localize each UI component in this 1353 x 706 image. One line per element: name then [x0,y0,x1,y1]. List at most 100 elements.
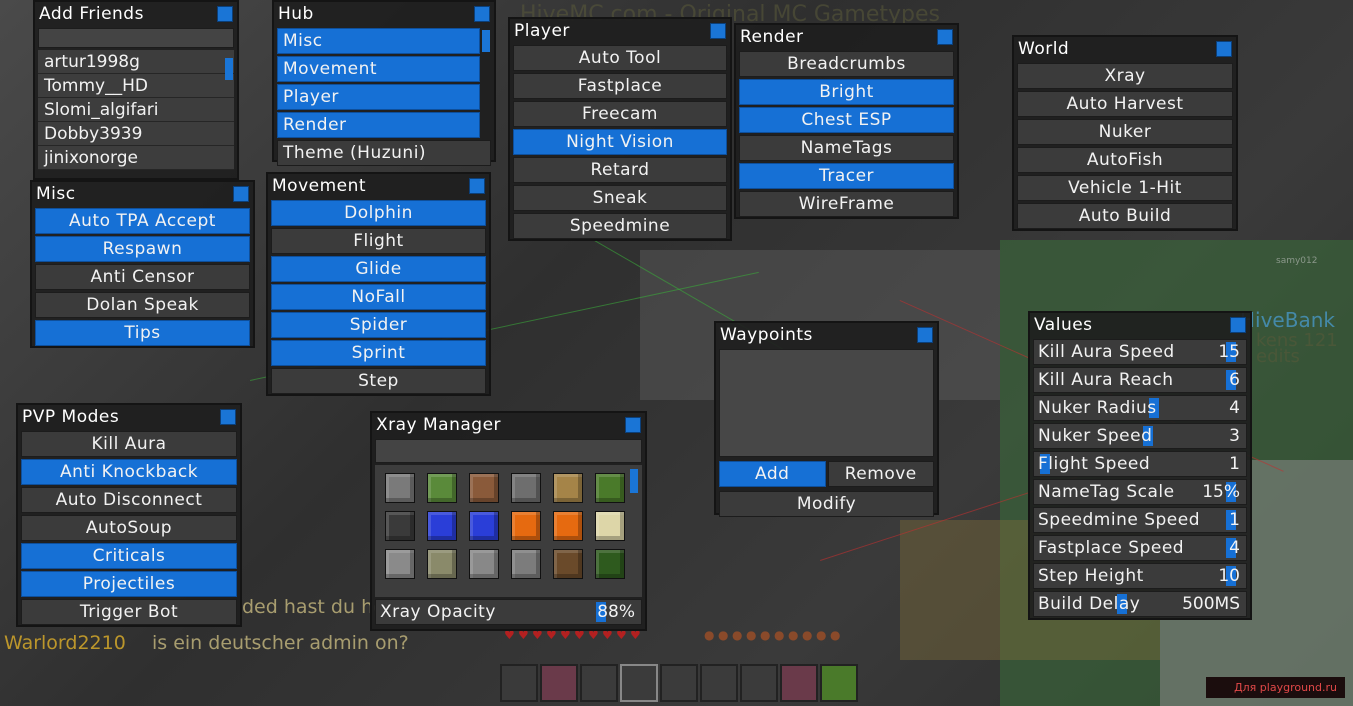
pin-toggle-icon[interactable] [710,23,726,39]
pin-toggle-icon[interactable] [474,6,490,22]
hotbar-slot[interactable] [660,664,698,702]
module-auto-build[interactable]: Auto Build [1017,203,1233,229]
pin-toggle-icon[interactable] [233,186,249,202]
friend-item[interactable]: artur1998g [38,50,234,74]
value-slider[interactable]: Nuker Speed 3 [1033,423,1247,449]
pin-toggle-icon[interactable] [937,29,953,45]
value-slider[interactable]: Step Height 10 [1033,563,1247,589]
panel-header[interactable]: Player [510,19,730,43]
value-slider[interactable]: Build Delay 500MS [1033,591,1247,617]
panel-header[interactable]: Render [736,25,957,49]
module-breadcrumbs[interactable]: Breadcrumbs [739,51,954,77]
value-slider[interactable]: Kill Aura Speed 15 [1033,339,1247,365]
module-step[interactable]: Step [271,368,486,394]
module-sprint[interactable]: Sprint [271,340,486,366]
module-auto-tpa-accept[interactable]: Auto TPA Accept [35,208,250,234]
block-icon[interactable] [553,473,583,503]
module-autofish[interactable]: AutoFish [1017,147,1233,173]
module-vehicle-1-hit[interactable]: Vehicle 1-Hit [1017,175,1233,201]
module-xray[interactable]: Xray [1017,63,1233,89]
module-trigger-bot[interactable]: Trigger Bot [21,599,237,625]
hub-item-misc[interactable]: Misc [277,28,480,54]
module-anti-knockback[interactable]: Anti Knockback [21,459,237,485]
module-nuker[interactable]: Nuker [1017,119,1233,145]
remove-waypoint-button[interactable]: Remove [827,461,934,487]
module-fastplace[interactable]: Fastplace [513,73,727,99]
pin-toggle-icon[interactable] [1216,41,1232,57]
hub-item-player[interactable]: Player [277,84,480,110]
hub-item-render[interactable]: Render [277,112,480,138]
friend-item[interactable]: Dobby3939 [38,122,234,146]
xray-scrollbar[interactable] [630,469,638,493]
pin-toggle-icon[interactable] [625,417,641,433]
module-auto-tool[interactable]: Auto Tool [513,45,727,71]
module-tips[interactable]: Tips [35,320,250,346]
hotbar-slot[interactable] [820,664,858,702]
module-chest-esp[interactable]: Chest ESP [739,107,954,133]
panel-header[interactable]: Movement [268,174,489,198]
hotbar-slot[interactable] [700,664,738,702]
panel-header[interactable]: Misc [32,182,253,206]
panel-header[interactable]: Waypoints [716,323,937,347]
hotbar-slot[interactable] [740,664,778,702]
block-icon[interactable] [511,511,541,541]
pin-toggle-icon[interactable] [917,327,933,343]
panel-header[interactable]: PVP Modes [18,405,240,429]
module-retard[interactable]: Retard [513,157,727,183]
block-id-input[interactable] [375,439,642,463]
hotbar-slot[interactable] [540,664,578,702]
value-slider[interactable]: NameTag Scale 15% [1033,479,1247,505]
module-flight[interactable]: Flight [271,228,486,254]
block-icon[interactable] [385,549,415,579]
friends-scrollbar[interactable] [225,58,233,80]
block-icon[interactable] [385,473,415,503]
hotbar-slot[interactable] [580,664,618,702]
module-wireframe[interactable]: WireFrame [739,191,954,217]
module-anti-censor[interactable]: Anti Censor [35,264,250,290]
panel-header[interactable]: Xray Manager [372,413,645,437]
block-icon[interactable] [511,473,541,503]
block-icon[interactable] [385,511,415,541]
value-slider[interactable]: Speedmine Speed 1 [1033,507,1247,533]
value-slider[interactable]: Flight Speed 1 [1033,451,1247,477]
panel-header[interactable]: Add Friends [35,2,237,26]
block-icon[interactable] [595,473,625,503]
value-slider[interactable]: Kill Aura Reach 6 [1033,367,1247,393]
block-icon[interactable] [553,511,583,541]
module-tracer[interactable]: Tracer [739,163,954,189]
module-auto-harvest[interactable]: Auto Harvest [1017,91,1233,117]
module-criticals[interactable]: Criticals [21,543,237,569]
panel-header[interactable]: Hub [274,2,494,26]
value-slider[interactable]: Nuker Radius 4 [1033,395,1247,421]
pin-toggle-icon[interactable] [469,178,485,194]
module-bright[interactable]: Bright [739,79,954,105]
pin-toggle-icon[interactable] [217,6,233,22]
block-icon[interactable] [469,549,499,579]
pin-toggle-icon[interactable] [220,409,236,425]
add-waypoint-button[interactable]: Add [719,461,826,487]
block-icon[interactable] [595,511,625,541]
hotbar-slot[interactable] [500,664,538,702]
module-autosoup[interactable]: AutoSoup [21,515,237,541]
hub-scrollbar[interactable] [482,30,490,52]
block-icon[interactable] [427,549,457,579]
module-respawn[interactable]: Respawn [35,236,250,262]
module-dolphin[interactable]: Dolphin [271,200,486,226]
module-night-vision[interactable]: Night Vision [513,129,727,155]
xray-opacity-slider[interactable]: Xray Opacity 88% [375,599,642,625]
panel-header[interactable]: World [1014,37,1236,61]
friend-item[interactable]: Tommy__HD [38,74,234,98]
module-freecam[interactable]: Freecam [513,101,727,127]
module-nofall[interactable]: NoFall [271,284,486,310]
friend-name-input[interactable] [38,28,234,48]
module-sneak[interactable]: Sneak [513,185,727,211]
module-spider[interactable]: Spider [271,312,486,338]
block-icon[interactable] [469,511,499,541]
block-icon[interactable] [595,549,625,579]
panel-header[interactable]: Values [1030,313,1250,337]
friend-item[interactable]: jinixonorge [38,146,234,170]
block-icon[interactable] [427,511,457,541]
hotbar-slot-selected[interactable] [620,664,658,702]
module-speedmine[interactable]: Speedmine [513,213,727,239]
block-icon[interactable] [511,549,541,579]
